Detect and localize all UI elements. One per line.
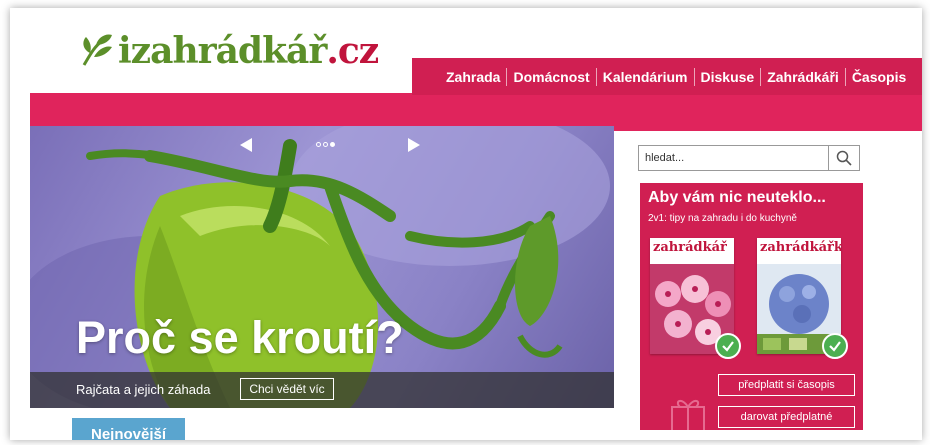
promo-subtitle: 2v1: tipy na zahradu i do kuchyně bbox=[648, 213, 797, 224]
hero-image bbox=[30, 126, 610, 408]
hero-caption-bar: Rajčata a jejich záhada Chci vědět víc bbox=[30, 372, 614, 408]
magazine-title: zahrádkář bbox=[653, 240, 727, 255]
logo-text: izahrádkář bbox=[118, 30, 327, 72]
nav-item-diskuse[interactable]: Diskuse bbox=[695, 67, 762, 86]
logo-domain: .cz bbox=[326, 30, 379, 72]
magazine-title: zahrádkářka bbox=[760, 240, 841, 255]
hero-slider[interactable]: Proč se kroutí? Rajčata a jejich záhada … bbox=[30, 126, 614, 408]
slider-dot-active[interactable] bbox=[330, 142, 335, 147]
main-nav: Zahrada Domácnost Kalendárium Diskuse Za… bbox=[412, 58, 922, 95]
gift-icon bbox=[671, 400, 705, 430]
site-logo[interactable]: izahrádkář .cz bbox=[80, 26, 379, 76]
slider-dot[interactable] bbox=[323, 142, 328, 147]
check-icon bbox=[822, 333, 848, 359]
hero-title[interactable]: Proč se kroutí? bbox=[76, 312, 404, 364]
slider-dots bbox=[316, 142, 335, 147]
subscribe-button[interactable]: předplatit si časopis bbox=[718, 374, 855, 396]
nav-item-casopis[interactable]: Časopis bbox=[846, 68, 912, 86]
search-box bbox=[638, 145, 860, 171]
subscription-promo: Aby vám nic neuteklo... 2v1: tipy na zah… bbox=[640, 183, 863, 430]
tab-newest[interactable]: Nejnovější bbox=[72, 418, 185, 440]
gift-subscription-button[interactable]: darovat předplatné bbox=[718, 406, 855, 428]
nav-item-zahradkari[interactable]: Zahrádkáři bbox=[761, 67, 846, 86]
page-frame: izahrádkář .cz Zahrada Domácnost Kalendár… bbox=[10, 8, 922, 440]
promo-title: Aby vám nic neuteklo... bbox=[648, 189, 826, 206]
slider-dot[interactable] bbox=[316, 142, 321, 147]
leaf-logo-icon bbox=[82, 34, 112, 66]
search-button[interactable] bbox=[828, 146, 859, 170]
search-input[interactable] bbox=[639, 146, 827, 170]
nav-item-domacnost[interactable]: Domácnost bbox=[507, 67, 597, 86]
nav-item-zahrada[interactable]: Zahrada bbox=[440, 67, 508, 86]
nav-item-kalendarium[interactable]: Kalendárium bbox=[597, 67, 695, 86]
arrow-left-icon[interactable] bbox=[240, 138, 252, 152]
check-icon bbox=[715, 333, 741, 359]
read-more-button[interactable]: Chci vědět víc bbox=[240, 378, 334, 400]
hero-subtitle: Rajčata a jejich záhada bbox=[76, 382, 211, 397]
arrow-right-icon[interactable] bbox=[408, 138, 420, 152]
search-icon bbox=[836, 150, 852, 166]
